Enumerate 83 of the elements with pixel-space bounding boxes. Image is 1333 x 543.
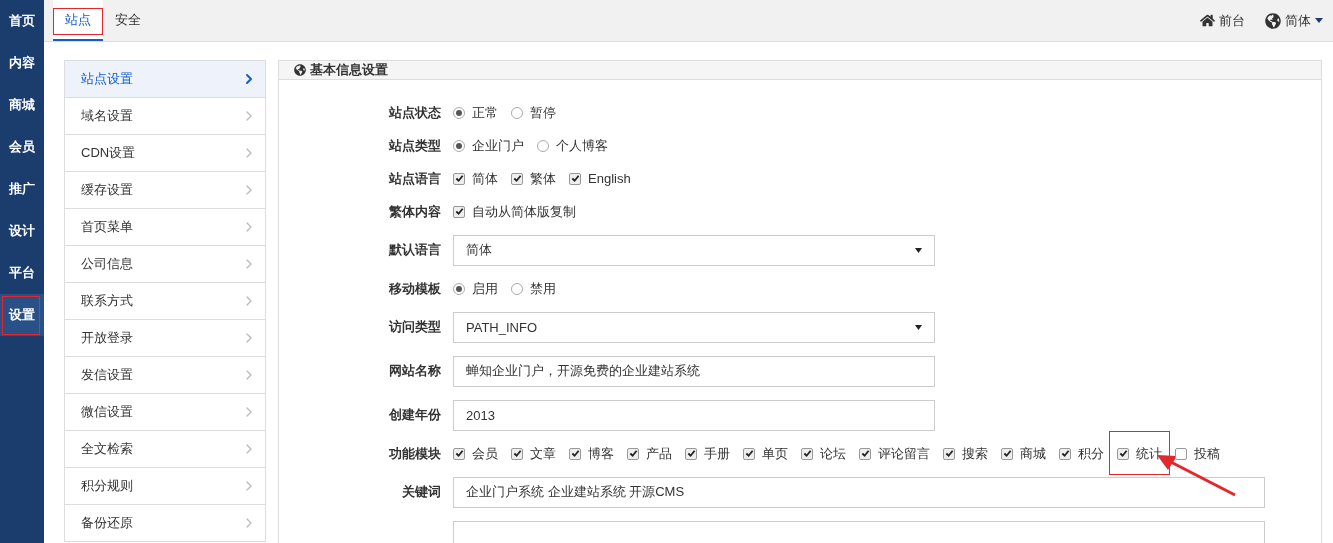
panel-title: 基本信息设置 (310, 61, 388, 79)
field-label: 功能模块 (388, 444, 442, 463)
field-label: 创建年份 (388, 406, 442, 424)
tab[interactable]: 站点 (53, 0, 103, 41)
tab[interactable]: 安全 (103, 0, 153, 41)
checkbox-option[interactable]: 博客 (569, 444, 614, 463)
radio-button[interactable] (453, 282, 465, 295)
sidebar-item[interactable]: 首页 (0, 0, 44, 42)
input-field[interactable]: 2013 (453, 399, 935, 431)
frontend-link[interactable]: 前台 (1190, 0, 1255, 41)
radio-button[interactable] (453, 106, 465, 119)
radio-button[interactable] (511, 106, 523, 119)
checkbox-option[interactable]: 统计 (1117, 444, 1162, 463)
field-label: 移动模板 (388, 279, 442, 298)
checkbox-option[interactable]: 简体 (453, 169, 498, 188)
input-field[interactable]: 企业门户系统 企业建站系统 开源CMS (453, 476, 1265, 508)
checkbox[interactable] (569, 172, 581, 185)
radio-option[interactable]: 启用 (453, 279, 498, 298)
checkbox-option[interactable]: 产品 (627, 444, 672, 463)
field-label: 站点类型 (388, 136, 442, 155)
checkbox[interactable] (801, 447, 813, 460)
field-label: 繁体内容 (388, 202, 442, 221)
sidebar-item[interactable]: 平台 (0, 252, 44, 294)
checkbox[interactable] (859, 447, 871, 460)
input-field[interactable]: 蝉知企业门户，开源免费的企业建站系统 (453, 355, 935, 387)
checkbox[interactable] (511, 172, 523, 185)
radio-option[interactable]: 禁用 (511, 279, 556, 298)
checkbox-option[interactable]: 评论留言 (859, 444, 930, 463)
checkbox[interactable] (943, 447, 955, 460)
checkbox[interactable] (453, 205, 465, 218)
field-label: 关键词 (401, 483, 442, 501)
checkbox[interactable] (627, 447, 639, 460)
radio-option[interactable]: 个人博客 (537, 136, 608, 155)
caret-icon (1315, 18, 1323, 23)
checkbox[interactable] (1175, 447, 1187, 460)
checkbox[interactable] (569, 447, 581, 460)
language-dropdown[interactable]: 简体 (1255, 0, 1333, 41)
checkbox-option[interactable]: 文章 (511, 444, 556, 463)
field-label: 站点语言 (388, 169, 442, 188)
checkbox-option[interactable]: 投稿 (1175, 444, 1220, 463)
checkbox-option[interactable]: 搜索 (943, 444, 988, 463)
sidebar-item[interactable]: 会员 (0, 126, 44, 168)
checkbox[interactable] (453, 447, 465, 460)
radio-button[interactable] (537, 139, 549, 152)
checkbox-option[interactable]: 单页 (743, 444, 788, 463)
checkbox-option[interactable]: 繁体 (511, 169, 556, 188)
checkbox-option[interactable]: English (569, 171, 631, 186)
sidebar-item[interactable]: 商城 (0, 84, 44, 126)
checkbox[interactable] (685, 447, 697, 460)
radio-option[interactable]: 企业门户 (453, 136, 524, 155)
input-field[interactable] (453, 520, 1265, 543)
select-field[interactable]: 简体 (453, 234, 935, 266)
radio-button[interactable] (511, 282, 523, 295)
checkbox[interactable] (453, 172, 465, 185)
checkbox[interactable] (1001, 447, 1013, 460)
radio-option[interactable]: 暂停 (511, 103, 556, 122)
sidebar-item[interactable]: 设计 (0, 210, 44, 252)
radio-button[interactable] (453, 139, 465, 152)
home-icon (1200, 13, 1215, 28)
caret-icon (915, 324, 922, 330)
checkbox[interactable] (1117, 447, 1129, 460)
field-label: 访问类型 (387, 318, 442, 336)
checkbox[interactable] (1059, 447, 1071, 460)
globe-icon (294, 64, 306, 76)
checkbox-option[interactable]: 商城 (1001, 444, 1046, 463)
radio-option[interactable]: 正常 (453, 103, 498, 122)
globe-icon (1265, 12, 1281, 29)
sidebar-item[interactable]: 推广 (0, 168, 44, 210)
field-label: 默认语言 (387, 241, 442, 259)
checkbox-option[interactable]: 积分 (1059, 444, 1104, 463)
checkbox-option[interactable]: 自动从简体版复制 (453, 202, 576, 221)
field-label: 站点状态 (388, 103, 442, 122)
checkbox-option[interactable]: 手册 (685, 444, 730, 463)
checkbox-option[interactable]: 会员 (453, 444, 498, 463)
sidebar-item[interactable]: 设置 (0, 294, 44, 336)
menu-item[interactable]: 站点设置 (65, 61, 265, 98)
checkbox-option[interactable]: 论坛 (801, 444, 846, 463)
caret-icon (915, 247, 922, 253)
sidebar-item[interactable]: 内容 (0, 42, 44, 84)
checkbox[interactable] (743, 447, 755, 460)
field-label: 网站名称 (388, 362, 442, 380)
checkbox[interactable] (511, 447, 523, 460)
select-field[interactable]: PATH_INFO (453, 311, 935, 343)
